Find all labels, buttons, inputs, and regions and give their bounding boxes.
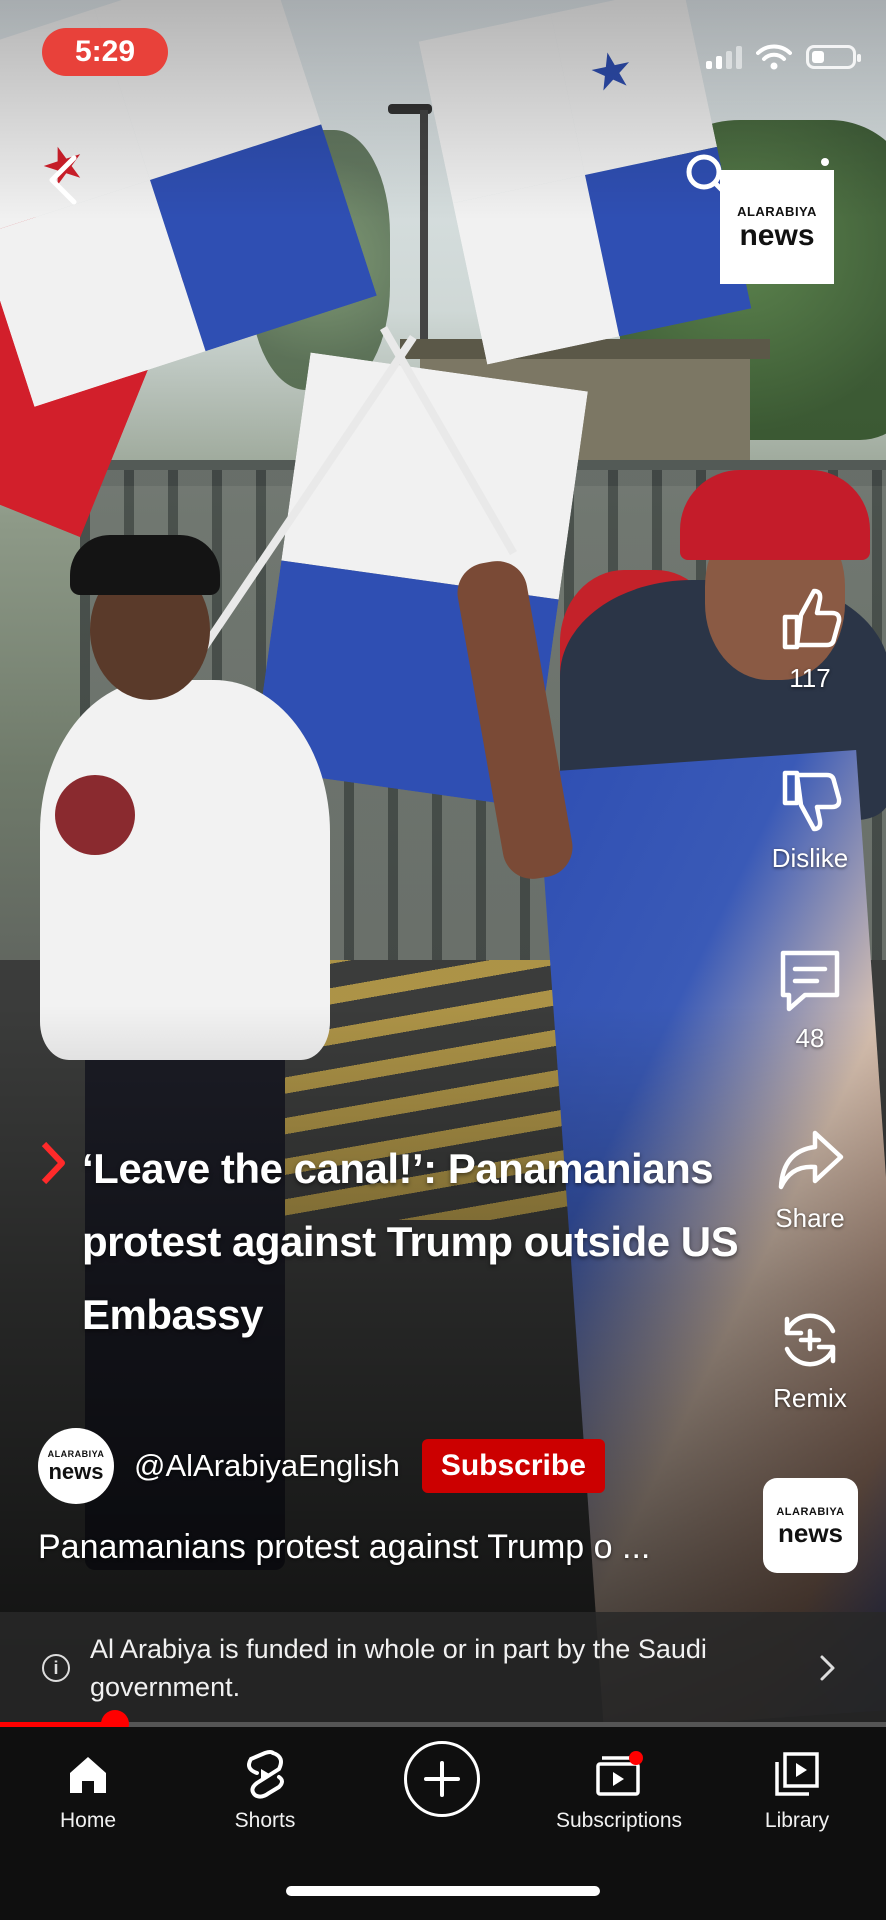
nav-library[interactable]: Library bbox=[722, 1747, 872, 1833]
nav-subscriptions[interactable]: Subscriptions bbox=[544, 1747, 694, 1833]
red-cap bbox=[680, 470, 870, 560]
nav-home[interactable]: Home bbox=[13, 1747, 163, 1833]
comment-icon bbox=[780, 950, 840, 1012]
video-title-block[interactable]: ‘Leave the canal!’: Panamanians protest … bbox=[40, 1132, 780, 1351]
share-label: Share bbox=[775, 1203, 845, 1233]
battery-icon bbox=[806, 45, 861, 69]
logo-text-big: news bbox=[777, 1517, 844, 1548]
sound-source-thumbnail[interactable]: ALARABIYA news bbox=[763, 1478, 858, 1573]
channel-avatar[interactable]: ALARABIYA news bbox=[38, 1428, 114, 1504]
channel-handle[interactable]: @AlArabiyaEnglish bbox=[134, 1448, 400, 1484]
video-description[interactable]: Panamanians protest against Trump o ... bbox=[38, 1528, 728, 1567]
channel-watermark-logo: ALARABIYA news bbox=[720, 170, 834, 284]
create-button[interactable] bbox=[404, 1741, 480, 1817]
logo-text-small: ALARABIYA bbox=[47, 1449, 105, 1459]
back-arrow-icon[interactable] bbox=[40, 150, 90, 210]
dislike-label: Dislike bbox=[771, 843, 849, 873]
nav-shorts[interactable]: Shorts bbox=[190, 1747, 340, 1833]
nav-shorts-label: Shorts bbox=[234, 1809, 296, 1832]
protester-woman bbox=[40, 680, 330, 1060]
funding-info-text: Al Arabiya is funded in whole or in part… bbox=[90, 1634, 707, 1702]
subscribe-button[interactable]: Subscribe bbox=[421, 1439, 605, 1493]
nav-library-label: Library bbox=[764, 1809, 830, 1832]
thumbs-down-icon bbox=[782, 770, 842, 832]
chevron-right-icon bbox=[820, 1655, 835, 1681]
channel-row: ALARABIYA news @AlArabiyaEnglish Subscri… bbox=[38, 1428, 605, 1504]
library-icon bbox=[775, 1752, 819, 1796]
comment-count: 48 bbox=[795, 1023, 825, 1053]
shirt-logo bbox=[55, 775, 135, 855]
shorts-icon bbox=[247, 1750, 284, 1799]
logo-text-small: ALARABIYA bbox=[737, 203, 817, 219]
logo-text-small: ALARABIYA bbox=[776, 1505, 845, 1518]
like-count: 117 bbox=[789, 663, 831, 693]
remix-label: Remix bbox=[773, 1383, 847, 1413]
dislike-button[interactable]: Dislike bbox=[740, 765, 880, 874]
black-cap bbox=[70, 535, 220, 595]
thumbs-up-icon bbox=[782, 588, 842, 650]
like-button[interactable]: 117 bbox=[740, 585, 880, 694]
video-title: ‘Leave the canal!’: Panamanians protest … bbox=[82, 1145, 739, 1338]
nav-subscriptions-label: Subscriptions bbox=[555, 1809, 683, 1832]
remix-icon bbox=[784, 1313, 836, 1367]
funding-info-panel[interactable]: i Al Arabiya is funded in whole or in pa… bbox=[0, 1612, 886, 1722]
logo-text-big: news bbox=[739, 218, 815, 252]
plus-icon bbox=[424, 1761, 460, 1797]
comments-button[interactable]: 48 bbox=[740, 945, 880, 1054]
home-indicator bbox=[286, 1886, 600, 1896]
nav-home-label: Home bbox=[59, 1809, 117, 1832]
subscriptions-icon bbox=[596, 1751, 643, 1796]
status-time: 5:29 bbox=[42, 28, 168, 76]
info-icon: i bbox=[42, 1654, 70, 1682]
share-arrow-icon bbox=[778, 1130, 844, 1190]
cellular-signal-icon bbox=[706, 45, 742, 69]
wifi-icon bbox=[756, 44, 792, 70]
home-icon bbox=[70, 1757, 106, 1793]
logo-text-big: news bbox=[48, 1459, 104, 1484]
status-icons bbox=[706, 44, 861, 70]
chevron-right-icon bbox=[41, 1141, 65, 1185]
